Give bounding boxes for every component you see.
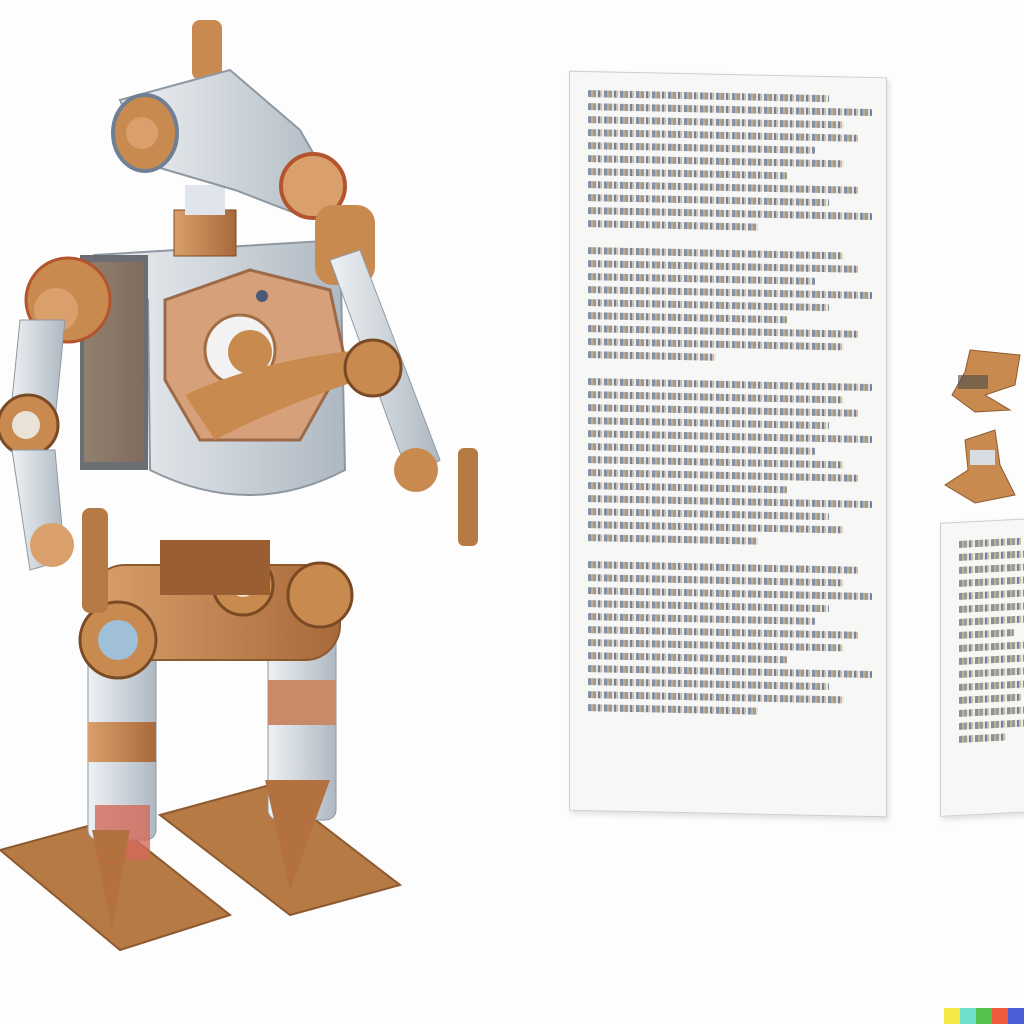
watermark-swatch — [960, 1008, 976, 1024]
small-figure-icon — [944, 349, 1021, 504]
watermark-swatch — [944, 1008, 960, 1024]
watermark-swatch — [976, 1008, 992, 1024]
document-icon — [940, 517, 1024, 817]
document-text-lines — [588, 90, 872, 802]
robot-figure-icon — [0, 20, 478, 952]
watermark-swatches — [944, 1008, 1024, 1024]
document-icon — [569, 70, 887, 818]
document-text-lines — [959, 537, 1024, 801]
watermark-swatch — [992, 1008, 1008, 1024]
watermark-swatch — [1008, 1008, 1024, 1024]
